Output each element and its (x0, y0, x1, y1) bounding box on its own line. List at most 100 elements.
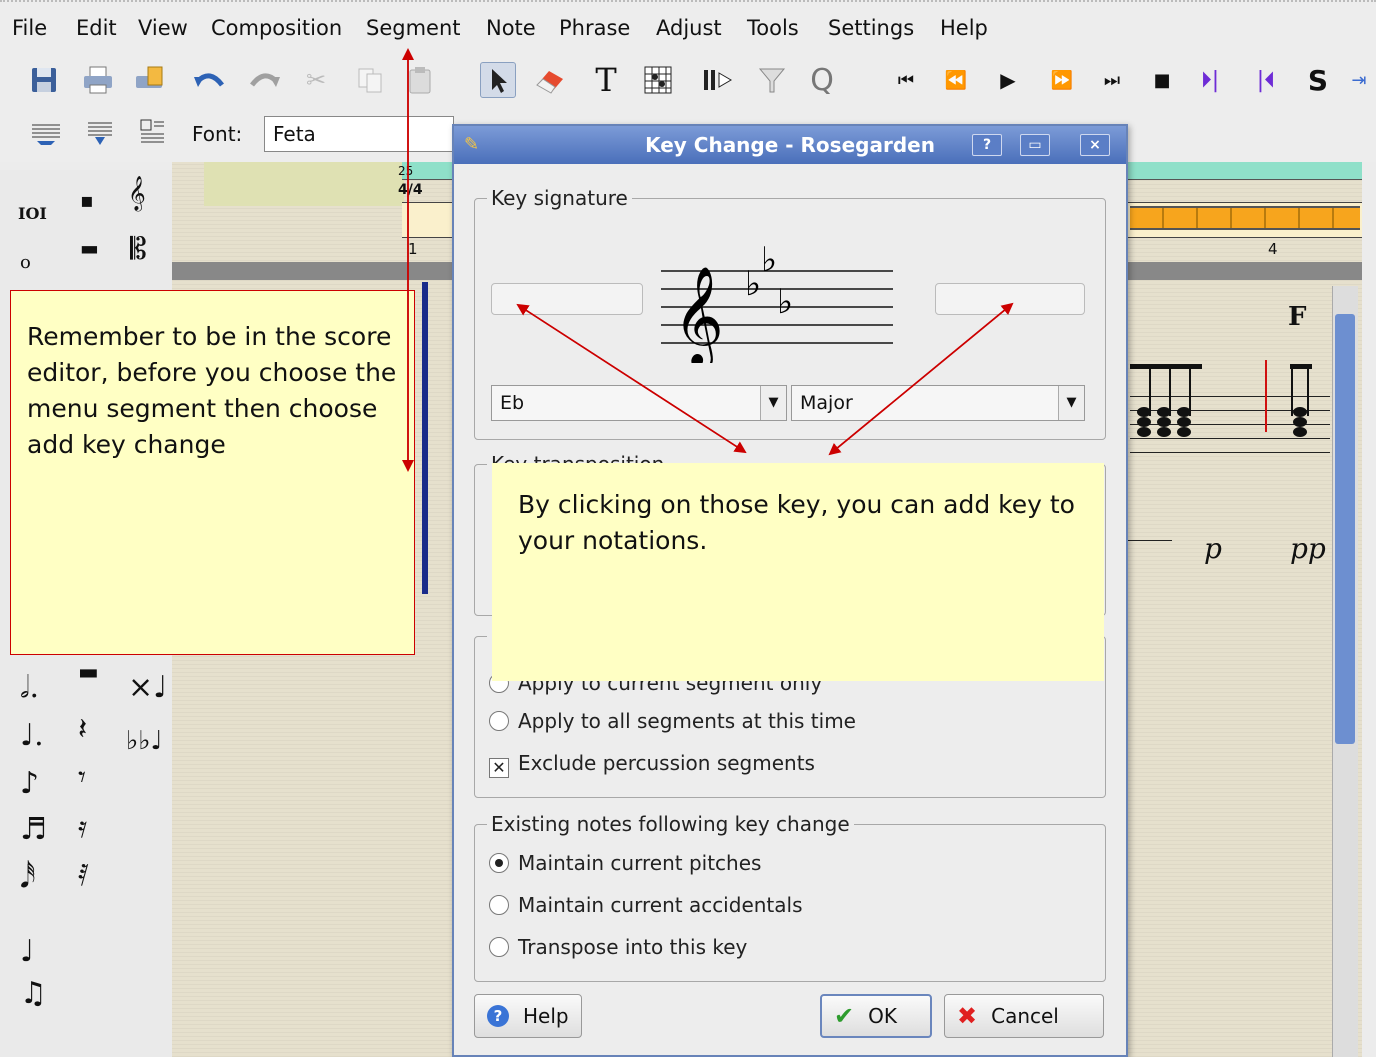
key-select-value: Eb (500, 392, 525, 414)
mode-select-value: Major (800, 392, 853, 414)
breve-rest-icon[interactable]: ▪ (80, 188, 94, 212)
quantize-icon[interactable]: Q (804, 62, 840, 98)
menu-view[interactable]: View (138, 16, 188, 40)
layout-multi-icon[interactable] (134, 114, 170, 150)
eighth-rest-icon[interactable]: 𝄾 (78, 760, 86, 795)
existing-notes-group: Existing notes following key change Main… (474, 812, 1106, 982)
maintain-pitches-radio[interactable]: Maintain current pitches (489, 851, 761, 875)
menu-composition[interactable]: Composition (211, 16, 342, 40)
grace-note-icon[interactable]: ♩ (20, 934, 34, 969)
maintain-accidentals-radio[interactable]: Maintain current accidentals (489, 893, 803, 917)
cut-icon[interactable]: ✂ (298, 62, 334, 98)
transpose-into-key-radio[interactable]: Transpose into this key (489, 935, 747, 959)
menu-settings[interactable]: Settings (828, 16, 914, 40)
dynamic-pp: pp (1290, 532, 1326, 565)
breve-icon[interactable]: IOI (18, 204, 47, 223)
svg-text:♭: ♭ (777, 282, 793, 322)
select-tool-icon[interactable] (480, 62, 516, 98)
fast-forward-icon[interactable]: ⏩ (1044, 62, 1080, 98)
quarter-rest-icon[interactable]: 𝄽 (78, 712, 87, 747)
scrollbar-thumb[interactable] (1335, 314, 1355, 744)
maximize-button[interactable]: ▭ (1020, 134, 1050, 156)
segment-icon[interactable] (700, 62, 736, 98)
guitar-chord-icon[interactable] (640, 62, 676, 98)
whole-rest-icon[interactable]: ▬ (80, 236, 99, 260)
whole-note-icon[interactable]: o (20, 252, 31, 273)
maintain-accidentals-label: Maintain current accidentals (518, 893, 803, 917)
exclude-percussion-label: Exclude percussion segments (518, 751, 815, 775)
eraser-icon[interactable] (532, 62, 568, 98)
sixteenth-note-icon[interactable]: ♬ (20, 812, 47, 847)
menu-edit[interactable]: Edit (76, 16, 117, 40)
play-icon[interactable]: ▶ (990, 62, 1026, 98)
half-rest-icon[interactable]: ▬ (78, 660, 99, 685)
marker-label: 25 (398, 164, 414, 178)
help-button[interactable]: ? Help (474, 994, 582, 1038)
ffwd-end-icon[interactable]: ⏭ (1094, 62, 1130, 98)
toggle-icon[interactable]: ⇥ (1346, 62, 1372, 98)
mode-select[interactable]: Major ▼ (791, 385, 1085, 421)
menu-note[interactable]: Note (486, 16, 536, 40)
copy-icon[interactable] (352, 62, 388, 98)
alto-clef-icon[interactable]: 𝄡 (130, 232, 147, 267)
text-tool-icon[interactable]: T (588, 61, 624, 99)
menu-help[interactable]: Help (940, 16, 988, 40)
thirtysecond-note-icon[interactable]: 𝅘𝅥𝅰 (20, 860, 36, 895)
svg-text:♭: ♭ (761, 240, 777, 280)
cancel-button[interactable]: ✖ Cancel (944, 994, 1104, 1038)
dotted-quarter-note-icon[interactable]: ♩. (20, 718, 44, 753)
print-preview-icon[interactable] (132, 62, 168, 98)
menu-file[interactable]: File (12, 16, 47, 40)
loop-start-icon[interactable]: ⏵| (1192, 62, 1228, 98)
dialog-title-bar[interactable]: ✎ Key Change - Rosegarden ? ▭ × (454, 126, 1126, 164)
loop-end-icon[interactable]: |⏴ (1248, 62, 1284, 98)
sixteenth-rest-icon[interactable]: 𝄿 (78, 810, 87, 845)
solo-icon[interactable]: S (1300, 62, 1336, 98)
rewind-start-icon[interactable]: ⏮ (888, 62, 924, 98)
hairpin-line (1126, 540, 1172, 541)
font-select[interactable]: Feta (264, 116, 454, 152)
segment-block[interactable] (1130, 206, 1360, 230)
radio-icon (489, 937, 509, 957)
checkmark-icon: ✔ (834, 1002, 855, 1030)
triplet-icon[interactable]: ♫ (20, 976, 47, 1011)
playback-pointer[interactable] (422, 282, 428, 594)
menu-segment[interactable]: Segment (366, 16, 461, 40)
maintain-pitches-label: Maintain current pitches (518, 851, 762, 875)
help-button-label: Help (523, 1004, 569, 1028)
chevron-down-icon: ▼ (1058, 386, 1084, 420)
double-flat-note-icon[interactable]: ♭♭♩ (126, 726, 163, 756)
paste-icon[interactable] (402, 62, 438, 98)
staff[interactable] (1130, 360, 1330, 460)
layout-scroll-icon[interactable] (82, 114, 118, 150)
undo-icon[interactable] (192, 62, 228, 98)
save-icon[interactable] (26, 62, 62, 98)
menu-tools[interactable]: Tools (747, 16, 799, 40)
vertical-scrollbar[interactable] (1332, 286, 1358, 1057)
exclude-percussion-checkbox[interactable]: ✕ Exclude percussion segments (489, 751, 815, 778)
bar-number-1: 1 (408, 240, 418, 258)
double-sharp-note-icon[interactable]: ×♩ (128, 670, 167, 705)
close-button[interactable]: × (1080, 134, 1110, 156)
redo-icon[interactable] (246, 62, 282, 98)
annotation-text: By clicking on those key, you can add ke… (518, 490, 1075, 555)
cancel-icon: ✖ (957, 1002, 978, 1030)
treble-clef-icon[interactable]: 𝄞 (128, 176, 146, 211)
apply-all-segments-radio[interactable]: Apply to all segments at this time (489, 709, 856, 733)
thirtysecond-rest-icon[interactable]: 𝅀 (78, 858, 89, 893)
key-select[interactable]: Eb ▼ (491, 385, 787, 421)
print-icon[interactable] (80, 62, 116, 98)
ruler-left (204, 162, 404, 206)
layout-page-icon[interactable] (28, 114, 64, 150)
menu-phrase[interactable]: Phrase (559, 16, 630, 40)
filter-icon[interactable] (754, 62, 790, 98)
key-previous-button[interactable] (491, 283, 643, 315)
rewind-icon[interactable]: ⏪ (938, 62, 974, 98)
key-next-button[interactable] (935, 283, 1085, 315)
menu-adjust[interactable]: Adjust (656, 16, 722, 40)
dotted-half-note-icon[interactable]: 𝅗𝅥. (20, 670, 39, 705)
context-help-button[interactable]: ? (972, 134, 1002, 156)
stop-icon[interactable]: ■ (1144, 62, 1180, 98)
eighth-note-icon[interactable]: ♪ (20, 766, 39, 801)
ok-button[interactable]: ✔ OK (820, 994, 932, 1038)
